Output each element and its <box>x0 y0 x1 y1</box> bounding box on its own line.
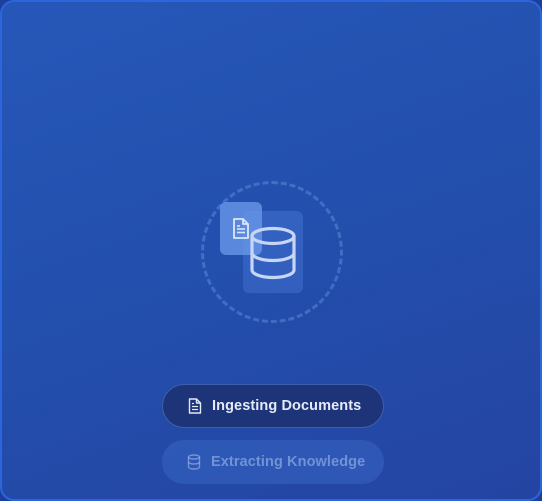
progress-steps: Ingesting Documents Extracting Knowledge <box>162 384 384 484</box>
step-label: Ingesting Documents <box>212 398 362 414</box>
step-ingesting-documents: Ingesting Documents <box>162 384 384 428</box>
step-label: Extracting Knowledge <box>211 454 366 470</box>
document-icon <box>188 398 202 414</box>
database-icon <box>187 454 201 470</box>
processing-panel: Ingesting Documents Extracting Knowledge <box>0 0 542 501</box>
step-extracting-knowledge: Extracting Knowledge <box>162 440 384 484</box>
database-icon <box>250 226 296 280</box>
